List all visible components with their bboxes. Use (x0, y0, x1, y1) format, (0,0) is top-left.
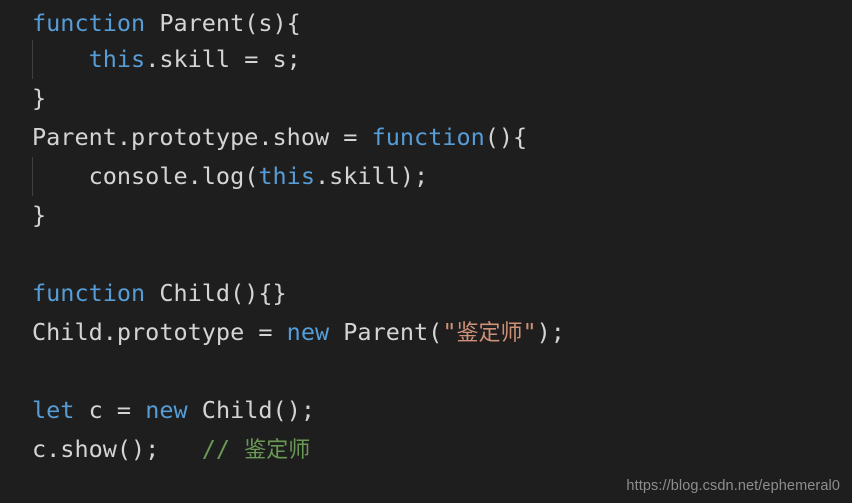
code-line-8[interactable]: function Child(){} (0, 274, 852, 313)
token-keyword: let (32, 396, 75, 424)
token-keyword: function (32, 279, 146, 307)
token-plain: ); (536, 318, 565, 346)
token-plain: Child.prototype = (32, 318, 287, 346)
code-line-4[interactable]: Parent.prototype.show = function(){ (0, 118, 852, 157)
token-plain: .skill); (314, 162, 429, 190)
code-line-2[interactable]: this.skill = s; (0, 40, 852, 79)
token-plain: (){ (484, 123, 528, 151)
token-plain: c.show(); (32, 435, 202, 463)
code-line-1[interactable]: function Parent(s){ (0, 0, 852, 40)
token-plain: console.log( (32, 162, 259, 190)
code-line-6[interactable]: } (0, 196, 852, 235)
code-line-9[interactable]: Child.prototype = new Parent("鉴定师"); (0, 313, 852, 352)
token-plain: } (32, 84, 47, 112)
code-line-3[interactable]: } (0, 79, 852, 118)
token-keyword: function (32, 9, 146, 37)
token-plain: Parent(s){ (145, 9, 301, 37)
token-comment-cjk: 鉴定师 (244, 438, 311, 463)
code-line-10[interactable] (0, 352, 852, 391)
code-editor-surface[interactable]: function Parent(s){ this.skill = s;} Pare… (0, 0, 852, 503)
token-keyword: new (286, 318, 330, 346)
token-string-cjk: 鉴定师 (456, 321, 523, 346)
token-plain: Parent( (329, 318, 443, 346)
token-keyword: new (145, 396, 188, 424)
code-line-7[interactable] (0, 235, 852, 274)
token-string: " (442, 318, 457, 346)
token-plain: .skill = s; (145, 45, 301, 73)
code-line-5[interactable]: console.log(this.skill); (0, 157, 852, 196)
token-keyword: function (371, 123, 485, 151)
token-comment: // (201, 435, 245, 463)
token-string: " (522, 318, 537, 346)
code-line-12[interactable]: c.show(); // 鉴定师 (0, 430, 852, 469)
token-plain: c = (74, 396, 146, 424)
token-keyword: this (258, 162, 315, 190)
code-screenshot: function Parent(s){ this.skill = s;} Pare… (0, 0, 852, 503)
token-plain: } (32, 201, 47, 229)
token-plain: Child(); (187, 396, 315, 424)
code-line-11[interactable]: let c = new Child(); (0, 391, 852, 430)
csdn-watermark: https://blog.csdn.net/ephemeral0 (626, 478, 840, 494)
token-plain: Parent.prototype.show = (32, 123, 372, 151)
token-plain: Child(){} (145, 279, 287, 307)
token-keyword: this (88, 45, 146, 73)
